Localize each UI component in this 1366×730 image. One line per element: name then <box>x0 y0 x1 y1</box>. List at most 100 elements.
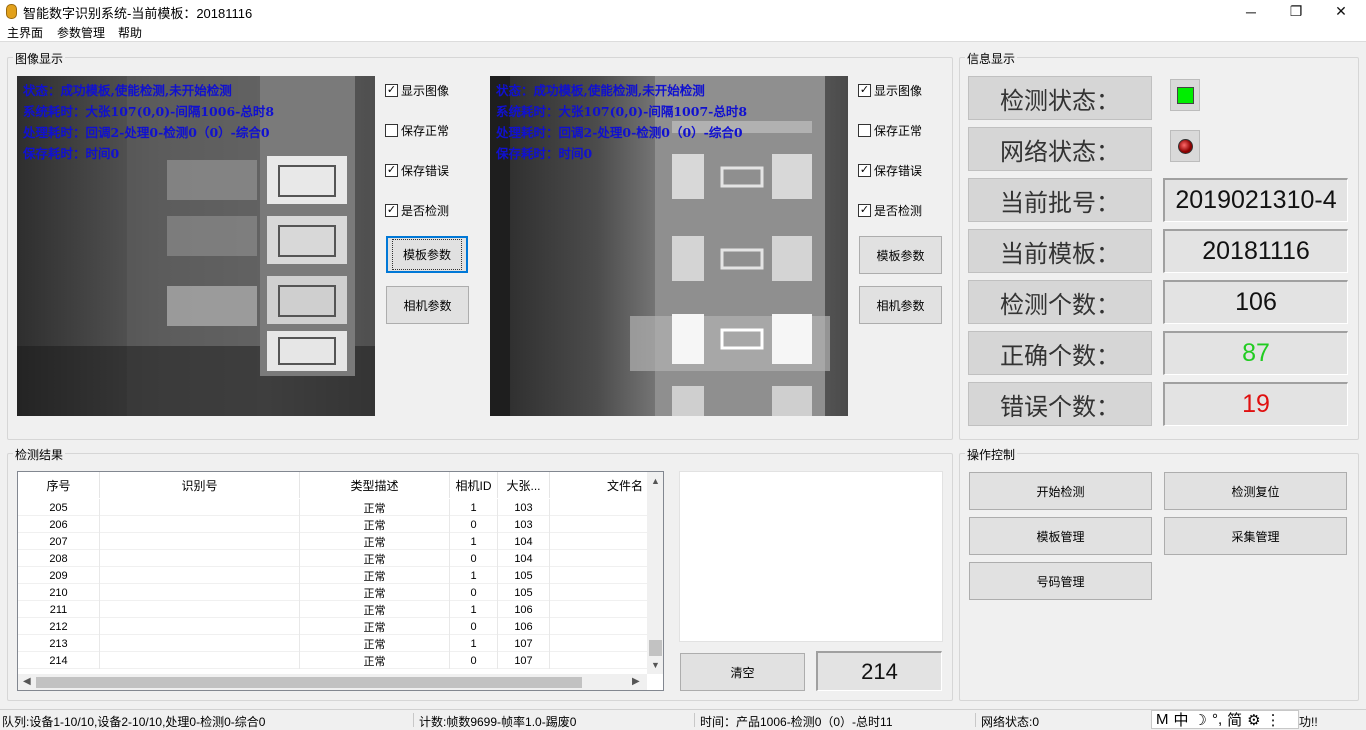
menu-main[interactable]: 主界面 <box>7 24 43 41</box>
ime-settings-icon[interactable]: ⚙ <box>1247 711 1260 729</box>
cell-index: 210 <box>18 584 100 601</box>
capture-manage-button[interactable]: 采集管理 <box>1164 517 1347 555</box>
column-header-type[interactable]: 类型描述 <box>300 472 450 498</box>
column-header-id[interactable]: 识别号 <box>100 472 300 498</box>
menu-help[interactable]: 帮助 <box>118 24 142 41</box>
template-manage-button[interactable]: 模板管理 <box>969 517 1152 555</box>
number-manage-button[interactable]: 号码管理 <box>969 562 1152 600</box>
column-header-sheet[interactable]: 大张... <box>498 472 550 498</box>
cell-type: 正常 <box>300 652 450 669</box>
status-separator <box>413 713 414 727</box>
cell-index: 209 <box>18 567 100 584</box>
cell-sheet: 103 <box>498 499 550 516</box>
cell-id <box>100 567 300 584</box>
table-row[interactable]: 209 正常 1 105 <box>18 567 647 584</box>
column-header-index[interactable]: 序号 <box>18 472 100 498</box>
vertical-scroll-thumb[interactable] <box>649 640 662 656</box>
cell-sheet: 106 <box>498 618 550 635</box>
cell-index: 213 <box>18 635 100 652</box>
cam2-save-error-checkbox[interactable]: ✓ 保存错误 <box>858 162 922 179</box>
table-row[interactable]: 207 正常 1 104 <box>18 533 647 550</box>
checkbox-box <box>858 124 871 137</box>
camera-1-system-time-line: 系统耗时：大张107(0,0)-间隔1006-总时8 <box>23 104 275 119</box>
checkbox-label: 保存正常 <box>874 124 923 138</box>
table-row[interactable]: 212 正常 0 106 <box>18 618 647 635</box>
network-status-label: 网络状态： <box>968 127 1152 171</box>
window-title: 智能数字识别系统-当前模板：20181116 <box>23 6 253 21</box>
cell-type: 正常 <box>300 618 450 635</box>
table-row[interactable]: 214 正常 0 107 <box>18 652 647 669</box>
table-row[interactable]: 206 正常 0 103 <box>18 516 647 533</box>
camera-1-image: 状态：成功模板,使能检测,未开始检测 系统耗时：大张107(0,0)-间隔100… <box>17 76 375 416</box>
cell-id <box>100 652 300 669</box>
cam2-camera-params-button[interactable]: 相机参数 <box>859 286 942 324</box>
table-row[interactable]: 213 正常 1 107 <box>18 635 647 652</box>
cam2-show-image-checkbox[interactable]: ✓ 显示图像 <box>858 82 922 99</box>
status-separator <box>975 713 976 727</box>
status-trailing-text: 功!! <box>1299 715 1318 729</box>
cell-filename <box>550 516 647 533</box>
result-log-textarea[interactable] <box>679 471 943 642</box>
ime-menu-icon[interactable]: ⋮ <box>1266 711 1281 729</box>
table-horizontal-scrollbar[interactable]: ◀ ▶ <box>18 674 647 690</box>
cell-id <box>100 584 300 601</box>
table-row[interactable]: 211 正常 1 106 <box>18 601 647 618</box>
cell-camera-id: 1 <box>450 533 498 550</box>
error-count-value: 19 <box>1163 382 1348 426</box>
cam2-enable-detect-checkbox[interactable]: ✓ 是否检测 <box>858 202 922 219</box>
horizontal-scroll-thumb[interactable] <box>36 677 582 688</box>
info-display-title: 信息显示 <box>965 50 1018 67</box>
detect-reset-button[interactable]: 检测复位 <box>1164 472 1347 510</box>
cell-sheet: 105 <box>498 584 550 601</box>
cell-sheet: 105 <box>498 567 550 584</box>
cell-index: 212 <box>18 618 100 635</box>
batch-value: 2019021310-4 <box>1163 178 1348 222</box>
maximize-button[interactable]: ❐ <box>1273 0 1319 23</box>
cell-camera-id: 1 <box>450 635 498 652</box>
error-count-label: 错误个数： <box>968 382 1152 426</box>
ime-toolbar[interactable]: M 中 ☽ °, 简 ⚙ ⋮ <box>1151 710 1299 729</box>
column-header-filename[interactable]: 文件名 <box>550 472 647 498</box>
clear-button[interactable]: 清空 <box>680 653 805 691</box>
cam1-camera-params-button[interactable]: 相机参数 <box>386 286 469 324</box>
cam1-show-image-checkbox[interactable]: ✓ 显示图像 <box>385 82 449 99</box>
cell-camera-id: 1 <box>450 601 498 618</box>
camera-2-overlay: 状态：成功模板,使能检测,未开始检测 系统耗时：大张107(0,0)-间隔100… <box>496 80 747 164</box>
checkbox-label: 保存错误 <box>401 164 450 178</box>
cell-id <box>100 618 300 635</box>
operation-control-title: 操作控制 <box>965 446 1018 463</box>
ime-simplified-toggle[interactable]: 简 <box>1227 709 1242 730</box>
scroll-left-arrow-icon[interactable]: ◀ <box>23 676 31 687</box>
table-row[interactable]: 208 正常 0 104 <box>18 550 647 567</box>
column-header-camera-id[interactable]: 相机ID <box>450 472 498 498</box>
cell-sheet: 104 <box>498 533 550 550</box>
minimize-button[interactable]: ─ <box>1228 0 1274 23</box>
ime-mode-icon[interactable]: M <box>1156 711 1169 728</box>
scroll-right-arrow-icon[interactable]: ▶ <box>632 676 640 687</box>
camera-1-status-line: 状态：成功模板,使能检测,未开始检测 <box>23 83 232 98</box>
table-row[interactable]: 205 正常 1 103 <box>18 499 647 516</box>
scroll-up-arrow-icon[interactable]: ▲ <box>651 476 660 486</box>
table-row[interactable]: 210 正常 0 105 <box>18 584 647 601</box>
cam1-save-normal-checkbox[interactable]: 保存正常 <box>385 122 449 139</box>
table-vertical-scrollbar[interactable]: ▲ ▼ <box>647 472 663 674</box>
close-button[interactable]: ✕ <box>1318 0 1364 23</box>
cam1-enable-detect-checkbox[interactable]: ✓ 是否检测 <box>385 202 449 219</box>
results-table: 序号 识别号 类型描述 相机ID 大张... 文件名 205 正常 1 103 206 正… <box>17 471 664 691</box>
cell-camera-id: 0 <box>450 516 498 533</box>
detect-status-led <box>1177 87 1194 104</box>
scroll-down-arrow-icon[interactable]: ▼ <box>651 660 660 670</box>
ime-punctuation-toggle[interactable]: °, <box>1212 711 1222 728</box>
ime-chinese-toggle[interactable]: 中 <box>1174 709 1189 730</box>
start-detect-button[interactable]: 开始检测 <box>969 472 1152 510</box>
cam1-template-params-button[interactable]: 模板参数 <box>386 236 468 273</box>
ime-moon-icon[interactable]: ☽ <box>1194 711 1207 729</box>
menu-params[interactable]: 参数管理 <box>57 24 105 41</box>
checkbox-label: 是否检测 <box>401 204 450 218</box>
cell-camera-id: 0 <box>450 584 498 601</box>
cam1-save-error-checkbox[interactable]: ✓ 保存错误 <box>385 162 449 179</box>
cell-index: 211 <box>18 601 100 618</box>
cam2-template-params-button[interactable]: 模板参数 <box>859 236 942 274</box>
cam2-save-normal-checkbox[interactable]: 保存正常 <box>858 122 922 139</box>
cell-filename <box>550 533 647 550</box>
